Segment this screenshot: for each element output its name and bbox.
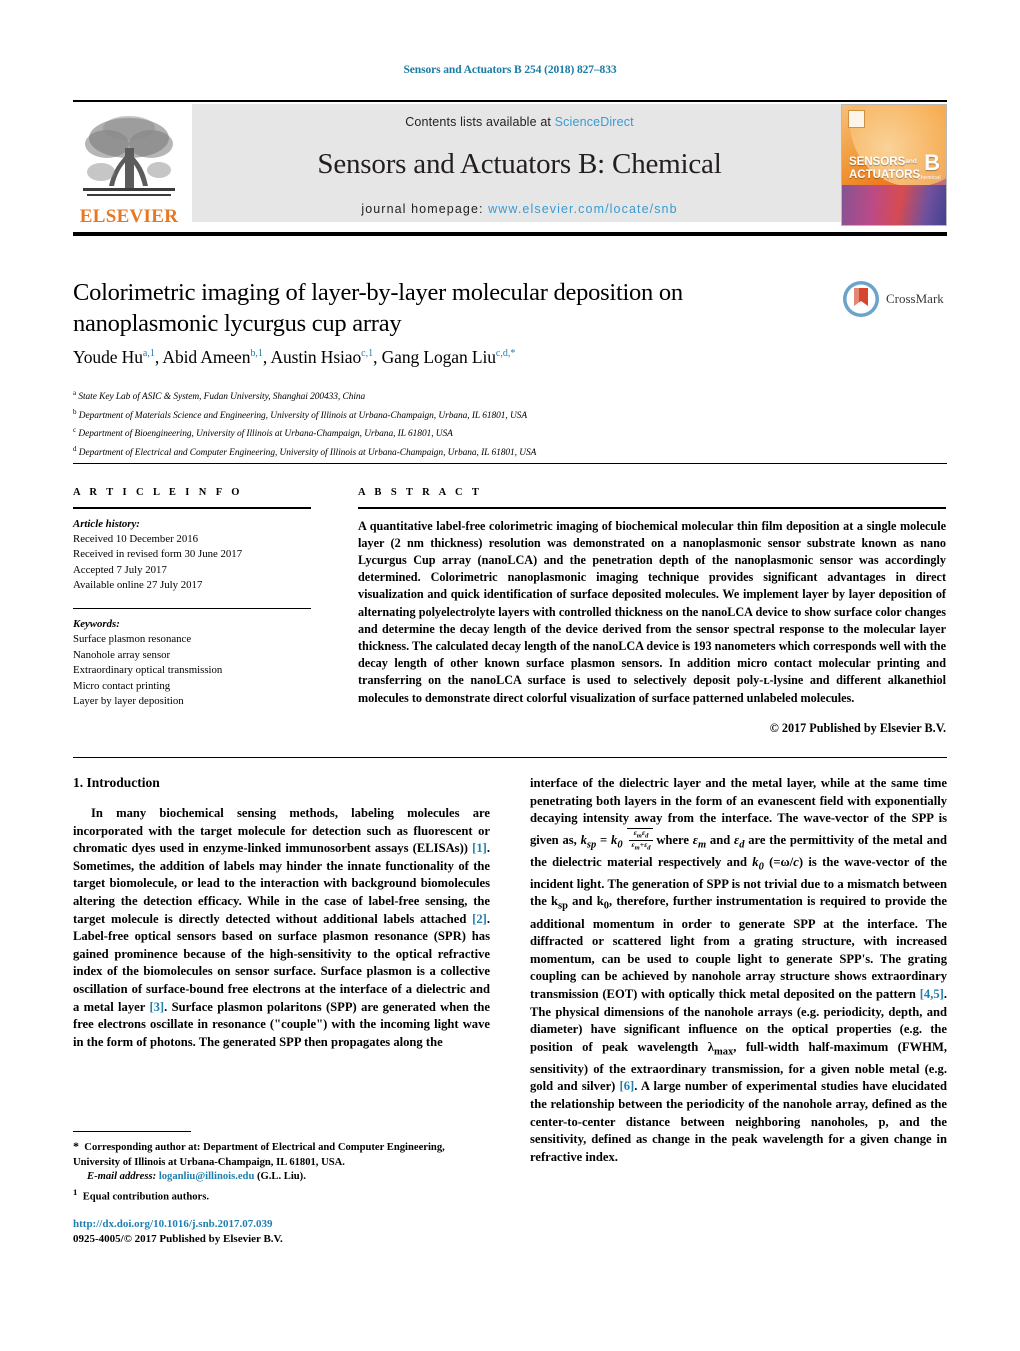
running-head: Sensors and Actuators B 254 (2018) 827–8… bbox=[403, 64, 617, 76]
footnote-block: * Corresponding author at: Department of… bbox=[73, 1139, 493, 1205]
elsevier-logo: ELSEVIER bbox=[73, 104, 185, 226]
affiliation-marker: b bbox=[73, 407, 77, 416]
doi-block: http://dx.doi.org/10.1016/j.snb.2017.07.… bbox=[73, 1217, 503, 1247]
equal-contribution-note: 1 Equal contribution authors. bbox=[73, 1185, 493, 1205]
email-label: E-mail address: bbox=[87, 1171, 157, 1183]
keyword-item: Extraordinary optical transmission bbox=[73, 664, 223, 677]
homepage-prefix: journal homepage: bbox=[361, 202, 489, 216]
history-item: Received 10 December 2016 bbox=[73, 532, 199, 545]
crossmark-icon bbox=[843, 281, 879, 317]
article-history-label: Article history: bbox=[73, 517, 140, 530]
corresponding-author-note: * Corresponding author at: Department of… bbox=[73, 1139, 445, 1168]
cover-title-text: SENSORSand ACTUATORS bbox=[849, 155, 920, 182]
history-item: Available online 27 July 2017 bbox=[73, 579, 203, 592]
elsevier-wordmark: ELSEVIER bbox=[79, 206, 179, 227]
cover-bottom-band bbox=[842, 185, 946, 225]
issn-copyright-line: 0925-4005/© 2017 Published by Elsevier B… bbox=[73, 1233, 283, 1245]
keyword-item: Micro contact printing bbox=[73, 679, 171, 692]
journal-homepage-link[interactable]: www.elsevier.com/locate/snb bbox=[488, 202, 678, 216]
affiliation-marker: d bbox=[73, 445, 77, 454]
equal-contribution-marker: 1 bbox=[73, 1186, 78, 1197]
affiliation-item: b Department of Materials Science and En… bbox=[73, 407, 527, 421]
section-heading-introduction: 1. Introduction bbox=[73, 775, 160, 790]
journal-cover-thumbnail: SENSORSand ACTUATORS B Chemical bbox=[841, 104, 947, 226]
intro-paragraph-left: In many biochemical sensing methods, lab… bbox=[73, 806, 490, 1049]
doi-link[interactable]: http://dx.doi.org/10.1016/j.snb.2017.07.… bbox=[73, 1217, 503, 1232]
equal-contribution-text: Equal contribution authors. bbox=[82, 1191, 209, 1203]
sciencedirect-link[interactable]: ScienceDirect bbox=[555, 115, 634, 129]
masthead-panel: Contents lists available at ScienceDirec… bbox=[192, 104, 847, 222]
abstract-copyright: © 2017 Published by Elsevier B.V. bbox=[769, 720, 946, 735]
email-note: E-mail address: loganliu@illinois.edu (G… bbox=[73, 1170, 493, 1185]
affiliation-item: c Department of Bioengineering, Universi… bbox=[73, 426, 453, 440]
crossmark-label: CrossMark bbox=[886, 291, 944, 306]
cover-and: and bbox=[905, 158, 917, 165]
journal-homepage-line: journal homepage: www.elsevier.com/locat… bbox=[192, 202, 847, 216]
article-history-block: Article history: Received 10 December 20… bbox=[73, 517, 311, 594]
keywords-rule bbox=[73, 607, 311, 610]
cover-line2: ACTUATORS bbox=[849, 169, 921, 181]
body-left-column: 1. Introduction In many biochemical sens… bbox=[73, 775, 490, 1051]
keywords-label: Keywords: bbox=[73, 618, 120, 631]
history-item: Received in revised form 30 June 2017 bbox=[73, 548, 243, 561]
keyword-item: Layer by layer deposition bbox=[73, 695, 184, 708]
affiliation-item: d Department of Electrical and Computer … bbox=[73, 445, 537, 459]
article-info-heading: A R T I C L E I N F O bbox=[73, 487, 243, 498]
masthead-bottom-rule bbox=[73, 232, 947, 236]
footnote-separator-rule bbox=[73, 1131, 191, 1132]
email-link[interactable]: loganliu@illinois.edu bbox=[159, 1171, 255, 1182]
article-info-rule bbox=[73, 507, 311, 509]
journal-title: Sensors and Actuators B: Chemical bbox=[317, 148, 722, 180]
keywords-block: Keywords: Surface plasmon resonance Nano… bbox=[73, 617, 311, 709]
keyword-item: Surface plasmon resonance bbox=[73, 633, 192, 646]
contents-line: Contents lists available at ScienceDirec… bbox=[192, 115, 847, 129]
abstract-rule bbox=[358, 507, 946, 509]
cover-elsevier-mark-icon bbox=[848, 110, 865, 128]
journal-masthead: ELSEVIER Contents lists available at Sci… bbox=[73, 104, 947, 226]
abstract-column: A B S T R A C T A quantitative label-fre… bbox=[358, 487, 946, 736]
intro-paragraph-right: interface of the dielectric layer and th… bbox=[530, 776, 948, 1164]
keyword-item: Nanohole array sensor bbox=[73, 648, 171, 661]
affiliation-bottom-rule bbox=[73, 463, 947, 464]
affiliation-list: a State Key Lab of ASIC & System, Fudan … bbox=[73, 386, 883, 461]
author-list: Youde Hua,1, Abid Ameenb,1, Austin Hsiao… bbox=[73, 347, 516, 367]
cover-letter-b: B bbox=[924, 150, 940, 175]
affiliation-item: a State Key Lab of ASIC & System, Fudan … bbox=[73, 389, 366, 403]
cover-subtitle: Chemical bbox=[916, 175, 941, 181]
body-right-column: interface of the dielectric layer and th… bbox=[530, 775, 947, 1166]
abstract-heading: A B S T R A C T bbox=[358, 487, 483, 498]
history-item: Accepted 7 July 2017 bbox=[73, 563, 167, 576]
crossmark-badge[interactable]: CrossMark bbox=[842, 277, 962, 321]
abstract-text: A quantitative label-free colorimetric i… bbox=[358, 518, 946, 705]
article-info-column: A R T I C L E I N F O Article history: R… bbox=[73, 487, 311, 709]
email-suffix: (G.L. Liu). bbox=[257, 1171, 306, 1183]
cover-line1: SENSORS bbox=[849, 156, 906, 168]
affiliation-marker: c bbox=[73, 426, 77, 435]
elsevier-tree-icon bbox=[83, 116, 175, 196]
page-title: Colorimetric imaging of layer-by-layer m… bbox=[73, 279, 683, 337]
affiliation-marker: a bbox=[73, 389, 77, 397]
abstract-bottom-rule bbox=[73, 757, 947, 758]
document-page: Sensors and Actuators B 254 (2018) 827–8… bbox=[0, 0, 1020, 1351]
contents-prefix: Contents lists available at bbox=[405, 115, 555, 129]
masthead-top-rule bbox=[73, 100, 947, 102]
